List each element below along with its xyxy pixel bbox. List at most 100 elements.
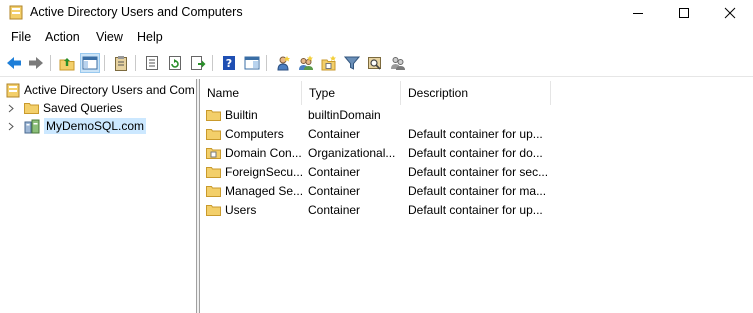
back-arrow-icon xyxy=(7,57,21,69)
console-tree-icon xyxy=(244,56,260,70)
item-description: Default container for up... xyxy=(408,126,543,141)
item-description: Default container for ma... xyxy=(408,183,547,198)
export-list-icon xyxy=(191,56,206,70)
item-name: Users xyxy=(225,202,257,217)
item-type: Container xyxy=(308,183,361,198)
console-tree-pane: Active Directory Users and Com Saved Que… xyxy=(0,79,197,313)
console-tree-button[interactable] xyxy=(242,53,262,73)
find-icon xyxy=(368,57,381,70)
item-type: builtinDomain xyxy=(308,107,381,122)
toolbar: ? xyxy=(0,50,753,77)
window-title: Active Directory Users and Computers xyxy=(30,5,243,19)
show-hide-tree-icon xyxy=(82,56,98,70)
add-to-group-icon xyxy=(391,57,405,70)
close-icon xyxy=(724,7,736,19)
item-name: Domain Con... xyxy=(225,145,302,160)
cell-name: Computers xyxy=(206,124,302,143)
item-name: ForeignSecu... xyxy=(225,164,302,179)
item-name: Computers xyxy=(225,126,284,141)
list-item[interactable]: ForeignSecu... Container Default container… xyxy=(206,162,753,181)
title-bar: Active Directory Users and Computers xyxy=(0,0,753,26)
ou-folder-icon xyxy=(206,147,221,159)
list-item[interactable]: Domain Con... Organizational... Default co… xyxy=(206,143,753,162)
column-header-description[interactable]: Description xyxy=(401,81,551,105)
cell-name: Users xyxy=(206,200,302,219)
export-list-button[interactable] xyxy=(188,53,208,73)
new-user-icon xyxy=(277,56,290,71)
menu-action[interactable]: Action xyxy=(45,30,80,44)
domain-icon xyxy=(24,119,40,133)
clipboard-button[interactable] xyxy=(111,53,131,73)
help-icon: ? xyxy=(223,56,235,70)
properties-icon xyxy=(146,56,158,70)
show-hide-tree-button[interactable] xyxy=(80,53,100,73)
filter-icon xyxy=(344,56,360,70)
tree-root-label: Active Directory Users and Com xyxy=(24,83,195,97)
add-to-group-button[interactable] xyxy=(388,53,408,73)
folder-icon xyxy=(206,166,221,178)
cell-name: ForeignSecu... xyxy=(206,162,302,181)
back-button[interactable] xyxy=(4,53,24,73)
forward-arrow-icon xyxy=(29,57,43,69)
refresh-button[interactable] xyxy=(165,53,185,73)
aduc-root-icon xyxy=(6,83,20,97)
clipboard-icon xyxy=(115,56,127,71)
expand-chevron-icon[interactable] xyxy=(6,99,16,117)
new-group-button[interactable] xyxy=(296,53,316,73)
help-button[interactable]: ? xyxy=(219,53,239,73)
new-ou-button[interactable] xyxy=(319,53,339,73)
item-type: Container xyxy=(308,202,361,217)
tree-item-label: Saved Queries xyxy=(43,101,123,115)
menu-file[interactable]: File xyxy=(11,30,31,44)
tree-root[interactable]: Active Directory Users and Com xyxy=(6,81,195,99)
forward-button[interactable] xyxy=(26,53,46,73)
new-group-icon xyxy=(299,55,313,70)
tree-item-label: MyDemoSQL.com xyxy=(44,118,147,134)
find-button[interactable] xyxy=(365,53,385,73)
cell-name: Builtin xyxy=(206,105,302,124)
cell-name: Domain Con... xyxy=(206,143,302,162)
folder-icon xyxy=(206,109,221,121)
menu-bar: File Action View Help xyxy=(0,28,753,48)
folder-icon xyxy=(206,128,221,140)
app-icon xyxy=(9,5,23,20)
tree-item-saved-queries[interactable]: Saved Queries xyxy=(6,99,122,117)
list-item[interactable]: Builtin builtinDomain xyxy=(206,105,753,124)
refresh-icon xyxy=(169,56,181,70)
minimize-button[interactable] xyxy=(615,0,661,26)
item-description: Default container for up... xyxy=(408,202,543,217)
list-item[interactable]: Users Container Default container for up..… xyxy=(206,200,753,219)
properties-button[interactable] xyxy=(142,53,162,73)
menu-view[interactable]: View xyxy=(96,30,123,44)
filter-button[interactable] xyxy=(342,53,362,73)
item-description xyxy=(408,105,558,124)
expand-chevron-icon[interactable] xyxy=(6,117,16,135)
close-button[interactable] xyxy=(707,0,753,26)
column-header-name[interactable]: Name xyxy=(200,81,302,105)
item-name: Managed Se... xyxy=(225,183,302,198)
new-user-button[interactable] xyxy=(273,53,293,73)
item-type: Container xyxy=(308,126,361,141)
tree-item-domain[interactable]: MyDemoSQL.com xyxy=(6,117,147,135)
item-type: Container xyxy=(308,164,361,179)
item-type: Organizational... xyxy=(308,145,396,160)
cell-name: Managed Se... xyxy=(206,181,302,200)
item-description: Default container for sec... xyxy=(408,164,549,179)
folder-icon xyxy=(206,204,221,216)
item-description: Default container for do... xyxy=(408,145,543,160)
svg-text:?: ? xyxy=(226,57,232,70)
list-item[interactable]: Computers Container Default container for … xyxy=(206,124,753,143)
folder-icon xyxy=(206,185,221,197)
item-name: Builtin xyxy=(225,107,258,122)
results-pane: Name Type Description Builtin builtinDoma… xyxy=(200,79,753,313)
up-folder-icon xyxy=(59,57,75,70)
new-ou-icon xyxy=(321,55,336,71)
minimize-icon xyxy=(633,13,643,14)
menu-help[interactable]: Help xyxy=(137,30,163,44)
folder-icon xyxy=(24,103,39,114)
column-header-type[interactable]: Type xyxy=(302,81,401,105)
list-item[interactable]: Managed Se... Container Default container … xyxy=(206,181,753,200)
maximize-button[interactable] xyxy=(661,0,707,26)
maximize-icon xyxy=(679,8,689,18)
up-one-level-button[interactable] xyxy=(57,53,77,73)
